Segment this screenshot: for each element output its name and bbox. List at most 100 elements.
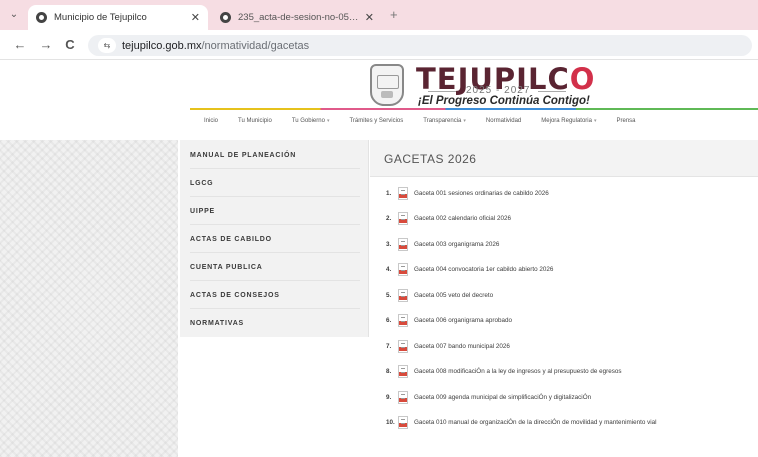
list-item[interactable]: 4. Gaceta 004 convocatoria 1er cabildo ab… [386, 263, 553, 277]
web-page: TEJUPILCO 2025 - 2027 ¡El Progreso Conti… [0, 60, 758, 457]
url-input[interactable]: ⇆ tejupilco.gob.mx/normatividad/gacetas [88, 35, 752, 56]
divider [428, 91, 456, 92]
pdf-icon[interactable] [398, 390, 408, 404]
pdf-icon[interactable] [398, 314, 408, 327]
list-item[interactable]: 6. Gaceta 006 organigrama aprobado [386, 314, 512, 328]
close-icon[interactable]: ✕ [365, 11, 374, 24]
new-tab-button[interactable]: + [390, 7, 398, 22]
gaceta-link[interactable]: Gaceta 002 calendario oficial 2026 [414, 215, 511, 222]
menu-item-inicio[interactable]: Inicio [204, 118, 218, 124]
menu-item-tu-municipio[interactable]: Tu Municipio [238, 118, 272, 124]
sidebar-item-uippe[interactable]: UIPPE [190, 208, 215, 215]
menu-item-tu-gobierno[interactable]: Tu Gobierno ▾ [292, 118, 330, 124]
gacetas-panel: GACETAS 2026 1. Gaceta 001 sesiones ordin… [370, 140, 758, 457]
chevron-down-icon: ▾ [326, 118, 330, 124]
brand-letter-o: O [569, 62, 596, 96]
menu-label: Tu Municipio [238, 118, 272, 124]
close-icon[interactable]: ✕ [191, 11, 200, 24]
site-info-icon[interactable]: ⇆ [98, 38, 116, 53]
forward-button[interactable]: → [38, 37, 54, 52]
list-item[interactable]: 7. Gaceta 007 bando municipal 2026 [386, 339, 510, 353]
url-host: tejupilco.gob.mx [122, 39, 202, 52]
slogan: ¡El Progreso Continúa Contigo! [418, 95, 590, 107]
gaceta-link[interactable]: Gaceta 010 manual de organizaciÓn de la … [414, 419, 657, 426]
list-item[interactable]: 9. Gaceta 009 agenda municipal de simplif… [386, 390, 591, 404]
globe-icon [220, 12, 231, 23]
menu-label: Normatividad [485, 118, 522, 124]
gaceta-link[interactable]: Gaceta 005 veto del decreto [414, 292, 493, 299]
pdf-icon[interactable] [398, 288, 408, 302]
tab-active[interactable]: Municipio de Tejupilco ✕ [28, 5, 208, 30]
item-number: 7. [386, 342, 392, 350]
item-number: 10. [386, 419, 395, 426]
gaceta-link[interactable]: Gaceta 006 organigrama aprobado [414, 317, 512, 324]
menu-item-prensa[interactable]: Prensa [617, 118, 636, 124]
url-path: /normatividad/gacetas [201, 39, 310, 52]
address-bar: ← → C ⇆ tejupilco.gob.mx/normatividad/ga… [0, 30, 758, 60]
divider [538, 91, 566, 92]
sidebar: MANUAL DE PLANEACIÓN LGCG UIPPE ACTAS DE… [180, 140, 369, 337]
sidebar-item-actas-consejos[interactable]: ACTAS DE CONSEJOS [190, 292, 280, 299]
divider [190, 196, 360, 197]
item-number: 6. [386, 317, 392, 324]
tab-title: Municipio de Tejupilco [54, 12, 147, 23]
menu-label: Tu Gobierno [291, 118, 325, 124]
pdf-icon[interactable] [398, 365, 408, 378]
menu-label: Prensa [616, 118, 636, 124]
pdf-icon[interactable] [398, 416, 408, 429]
menu-item-mejora-regulatoria[interactable]: Mejora Regulatoria ▾ [541, 118, 596, 124]
divider [190, 252, 360, 253]
gaceta-link[interactable]: Gaceta 008 modificaciÓn a la ley de ingr… [414, 368, 622, 375]
menu-item-normatividad[interactable]: Normatividad [486, 118, 521, 124]
pdf-icon[interactable] [398, 237, 408, 251]
sidebar-item-actas-cabildo[interactable]: ACTAS DE CABILDO [190, 236, 272, 243]
site-logo[interactable]: TEJUPILCO 2025 - 2027 ¡El Progreso Conti… [370, 62, 594, 112]
item-number: 5. [386, 291, 392, 299]
reload-button[interactable]: C [62, 37, 78, 52]
pdf-icon[interactable] [398, 186, 408, 200]
gaceta-link[interactable]: Gaceta 007 bando municipal 2026 [414, 343, 510, 350]
list-item[interactable]: 8. Gaceta 008 modificaciÓn a la ley de in… [386, 365, 622, 379]
sidebar-item-cuenta-publica[interactable]: CUENTA PUBLICA [190, 264, 263, 271]
item-number: 4. [386, 266, 392, 273]
sidebar-item-manual-planeacion[interactable]: MANUAL DE PLANEACIÓN [190, 152, 296, 159]
list-item[interactable]: 3. Gaceta 003 organigrama 2026 [386, 237, 499, 251]
sidebar-item-normativas[interactable]: NORMATIVAS [190, 320, 244, 327]
back-button[interactable]: ← [12, 37, 28, 52]
item-number: 3. [386, 240, 392, 248]
main-menu: Inicio Tu Municipio Tu Gobierno ▾ Trámite… [190, 112, 758, 130]
menu-item-transparencia[interactable]: Transparencia ▾ [423, 118, 466, 124]
tab-title: 235_acta-de-sesion-no-053-co [238, 12, 359, 23]
item-number: 9. [386, 393, 392, 401]
divider [190, 224, 360, 225]
list-item[interactable]: 10. Gaceta 010 manual de organizaciÓn de … [386, 416, 657, 430]
gaceta-link[interactable]: Gaceta 004 convocatoria 1er cabildo abie… [414, 266, 553, 273]
municipal-crest-icon [370, 64, 404, 106]
sidebar-item-lgcg[interactable]: LGCG [190, 180, 213, 187]
list-item[interactable]: 5. Gaceta 005 veto del decreto [386, 288, 493, 302]
gaceta-link[interactable]: Gaceta 001 sesiones ordinarias de cabild… [414, 190, 549, 197]
globe-icon [36, 12, 47, 23]
item-number: 8. [386, 368, 392, 375]
menu-color-bar [190, 108, 758, 110]
item-number: 2. [386, 215, 392, 222]
chevron-down-icon: ▾ [593, 118, 597, 124]
divider [190, 168, 360, 169]
menu-label: Trámites y Servicios [349, 118, 404, 124]
tab-search-icon[interactable]: ⌄ [5, 6, 23, 24]
pdf-icon[interactable] [398, 263, 408, 276]
list-item[interactable]: 2. Gaceta 002 calendario oficial 2026 [386, 212, 511, 226]
list-item[interactable]: 1. Gaceta 001 sesiones ordinarias de cabi… [386, 186, 549, 200]
page-title: GACETAS 2026 [384, 152, 477, 166]
menu-label: Transparencia [423, 118, 462, 124]
gaceta-link[interactable]: Gaceta 003 organigrama 2026 [414, 241, 499, 248]
pdf-icon[interactable] [398, 212, 408, 225]
gaceta-link[interactable]: Gaceta 009 agenda municipal de simplific… [414, 394, 591, 401]
tab-inactive[interactable]: 235_acta-de-sesion-no-053-co ✕ [212, 5, 382, 30]
pdf-icon[interactable] [398, 339, 408, 353]
divider [190, 308, 360, 309]
chevron-down-icon: ▾ [463, 118, 466, 124]
menu-item-tramites[interactable]: Trámites y Servicios [349, 118, 403, 124]
background-pattern [0, 140, 178, 457]
menu-label: Inicio [204, 118, 219, 124]
